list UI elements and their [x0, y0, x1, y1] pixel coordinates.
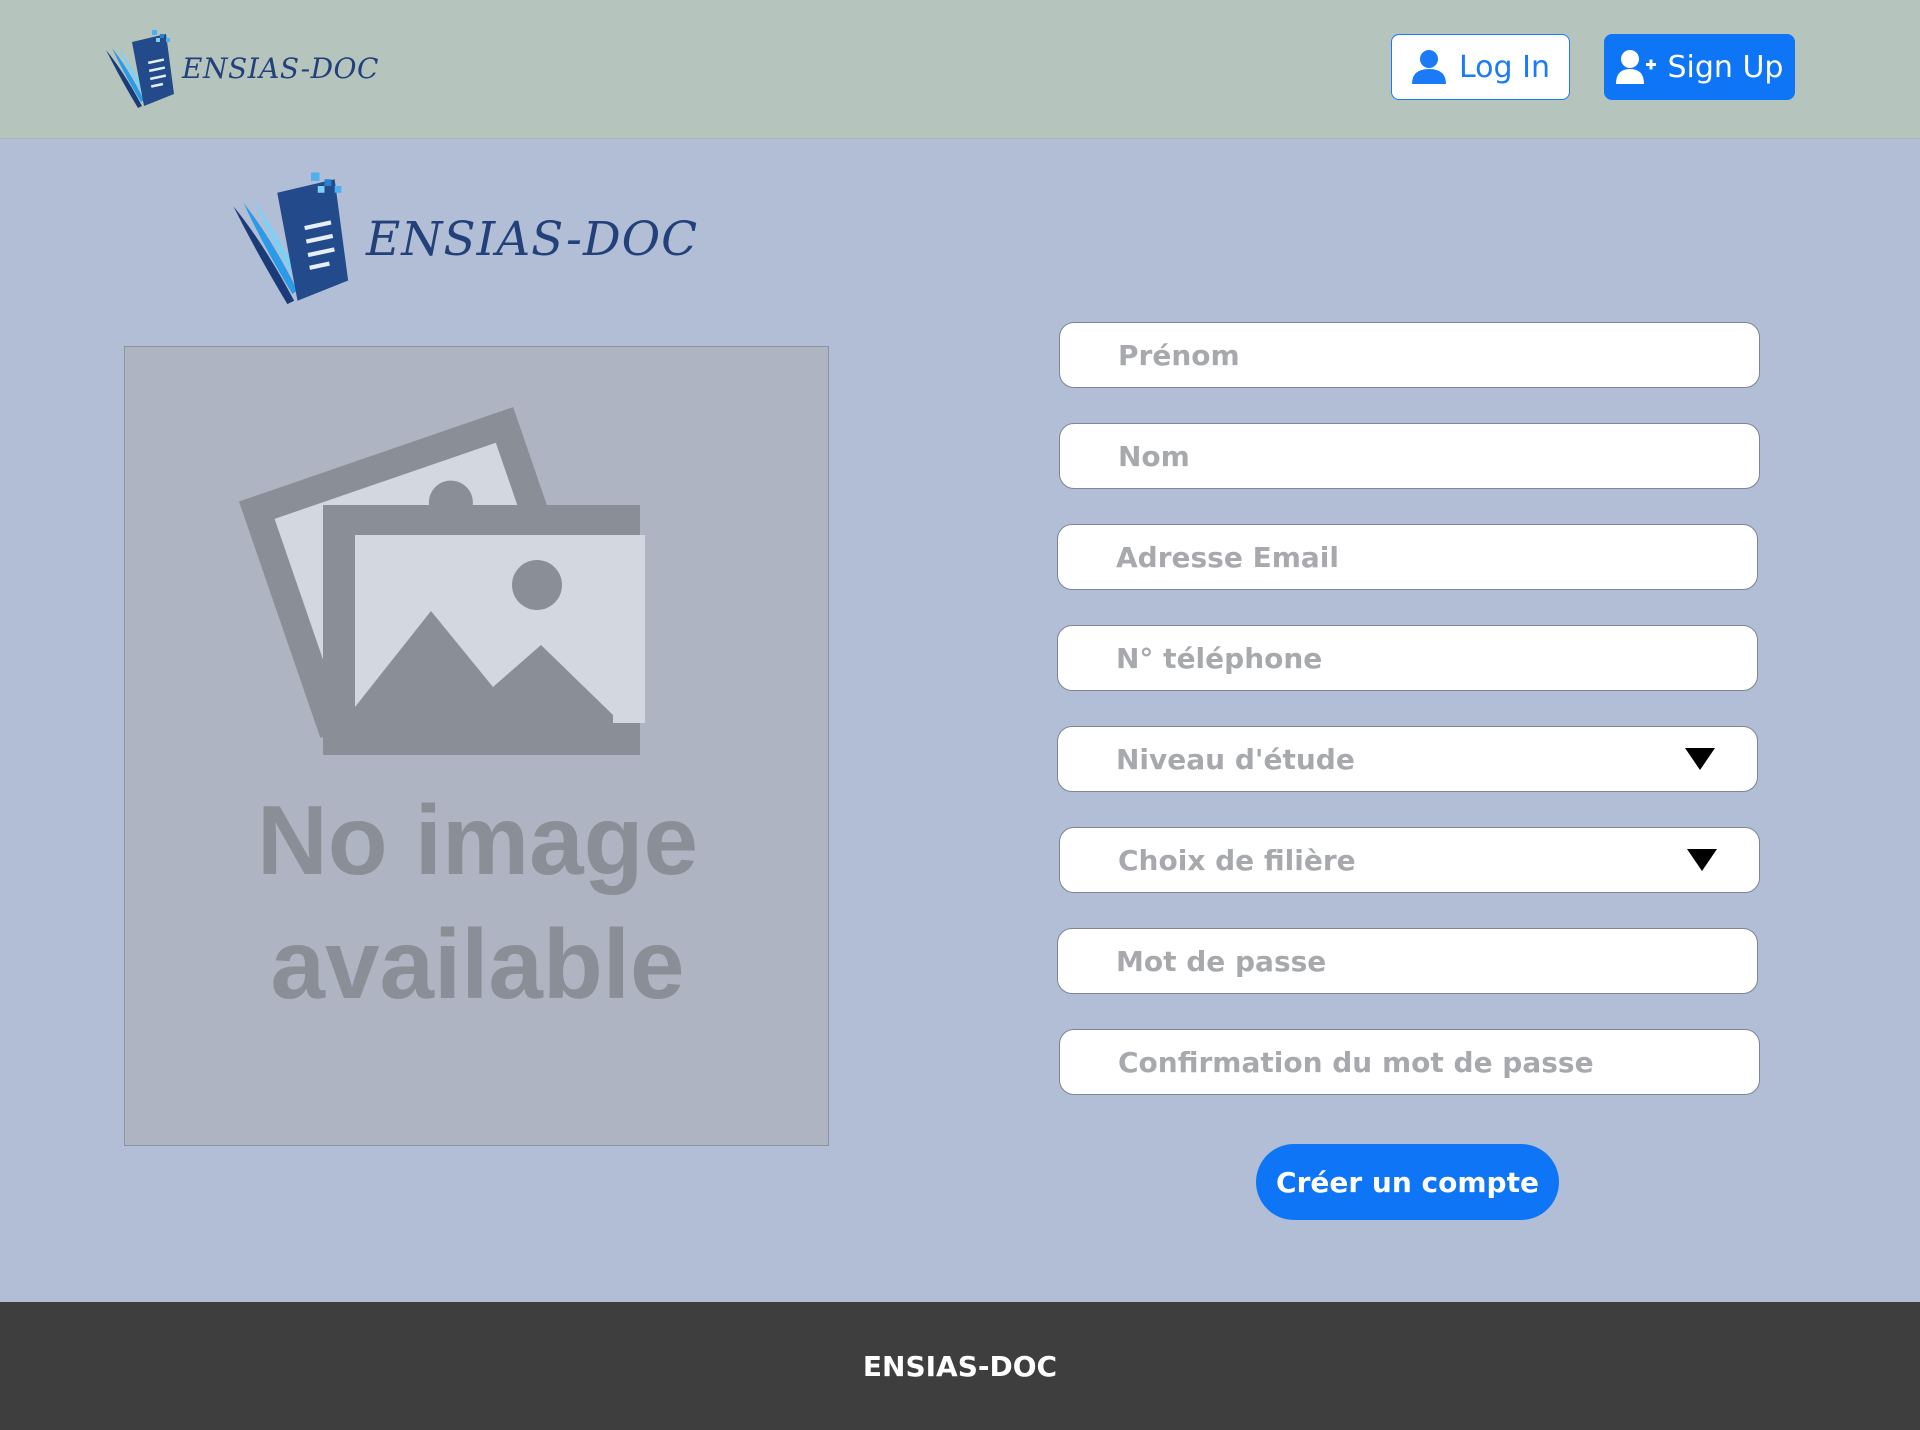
password-confirm-field[interactable]: [1059, 1029, 1760, 1095]
user-plus-icon: [1615, 50, 1656, 84]
password-confirm-input[interactable]: [1118, 1045, 1719, 1079]
signup-button[interactable]: Sign Up: [1604, 34, 1795, 100]
document-logo-icon: [106, 30, 174, 108]
no-image-text-line2: available: [270, 909, 685, 1019]
profile-image-placeholder[interactable]: No image available: [124, 346, 829, 1146]
password-input[interactable]: [1116, 944, 1717, 978]
create-account-button[interactable]: Créer un compte: [1256, 1144, 1559, 1220]
image-placeholder-icon: [238, 407, 645, 755]
user-icon: [1412, 50, 1446, 84]
main-logo-text: ENSIAS-DOC: [366, 212, 699, 267]
login-button[interactable]: Log In: [1391, 34, 1570, 100]
main-logo: ENSIAS-DOC: [230, 172, 697, 312]
email-input[interactable]: [1116, 540, 1717, 574]
password-field[interactable]: [1057, 928, 1758, 994]
document-logo-icon: [233, 172, 349, 305]
login-label: Log In: [1459, 49, 1550, 85]
footer-text: ENSIAS-DOC: [862, 1349, 1058, 1383]
major-select[interactable]: Choix de filière: [1059, 827, 1760, 893]
last-name-field[interactable]: [1059, 423, 1760, 489]
email-field[interactable]: [1057, 524, 1758, 590]
study-level-label: Niveau d'étude: [1116, 742, 1355, 776]
phone-field[interactable]: [1057, 625, 1758, 691]
header-logo[interactable]: ENSIAS-DOC: [104, 30, 378, 110]
study-level-select[interactable]: Niveau d'étude: [1057, 726, 1758, 792]
header-logo-text: ENSIAS-DOC: [182, 52, 379, 85]
caret-down-icon: [1685, 748, 1715, 770]
phone-input[interactable]: [1116, 641, 1717, 675]
create-account-label: Créer un compte: [1276, 1165, 1539, 1199]
major-label: Choix de filière: [1118, 843, 1356, 877]
last-name-input[interactable]: [1118, 439, 1719, 473]
caret-down-icon: [1687, 849, 1717, 871]
header: ENSIAS-DOC Log In Sign Up: [0, 0, 1920, 139]
page: ENSIAS-DOC Log In Sign Up ENSIAS-DOC No …: [0, 0, 1920, 1430]
signup-label: Sign Up: [1667, 49, 1784, 85]
footer: ENSIAS-DOC: [0, 1302, 1920, 1430]
no-image-text-line1: No image: [256, 785, 699, 895]
first-name-field[interactable]: [1059, 322, 1760, 388]
first-name-input[interactable]: [1118, 338, 1719, 372]
